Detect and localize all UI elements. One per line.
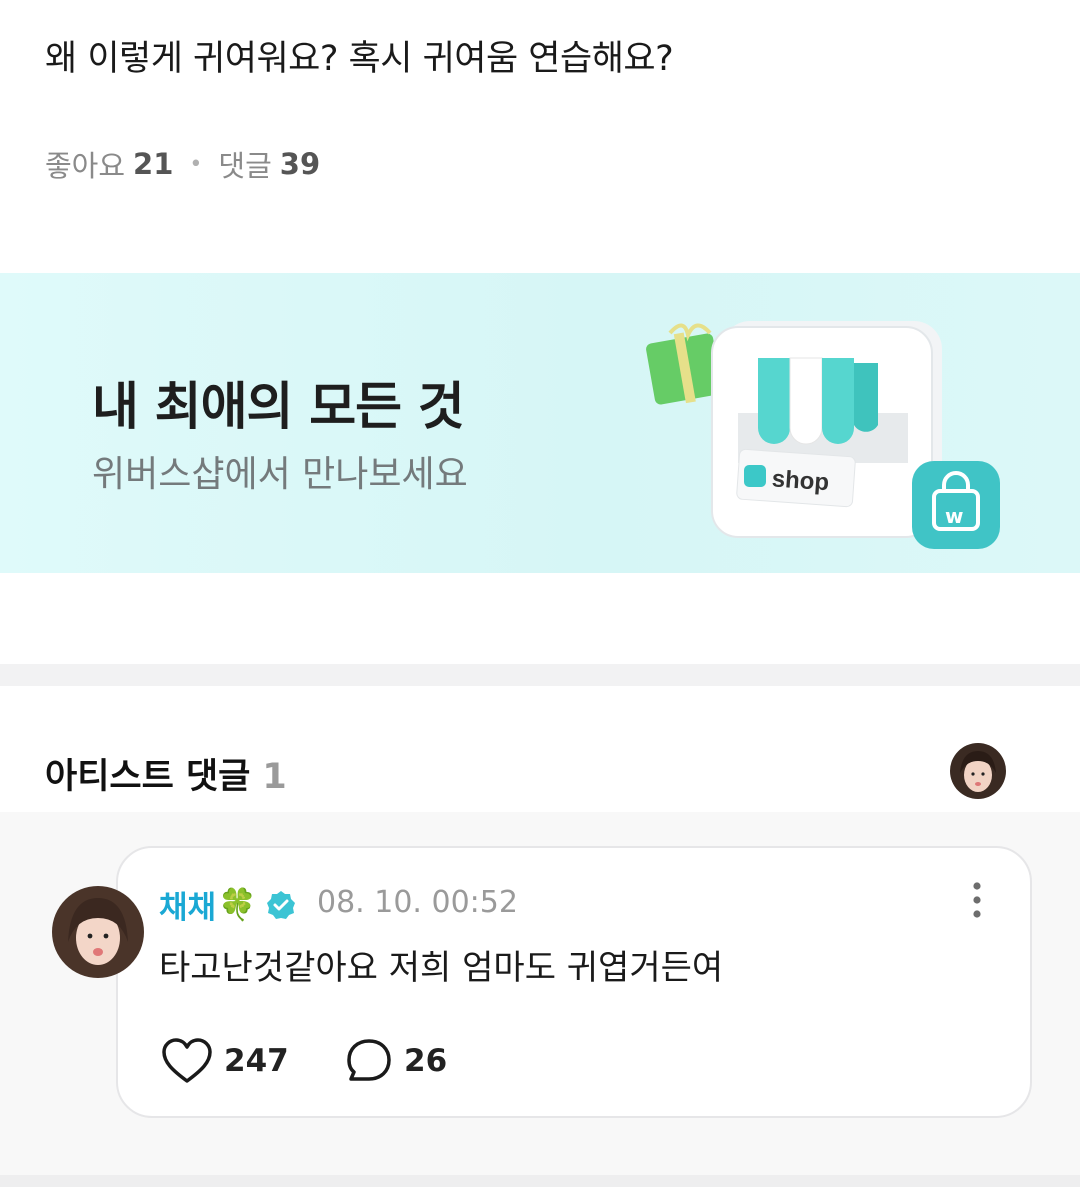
post-meta: 좋아요 21 • 댓글 39: [45, 143, 320, 185]
banner-subtitle: 위버스샵에서 만나보세요: [92, 454, 468, 495]
verified-badge-icon: [266, 890, 295, 919]
reply-count: 26: [404, 1043, 448, 1079]
bottom-divider: [0, 1175, 1080, 1187]
like-count: 247: [224, 1043, 289, 1079]
comment-timestamp: 08. 10. 00:52: [317, 885, 518, 920]
svg-text:w: w: [945, 504, 963, 528]
artist-comments-heading: 아티스트 댓글 1: [45, 748, 287, 799]
shop-label: shop: [771, 465, 830, 496]
more-options-button[interactable]: [962, 880, 992, 924]
shopping-bag-icon: w: [912, 461, 1000, 549]
shop-banner[interactable]: 내 최애의 모든 것 위버스샵에서 만나보세요 shop w: [0, 273, 1080, 573]
artist-comments-count: 1: [262, 757, 287, 797]
reply-button[interactable]: 26: [344, 1036, 447, 1086]
like-button[interactable]: 247: [160, 1036, 289, 1086]
comments-count: 39: [279, 147, 321, 181]
comment-author-avatar[interactable]: [52, 886, 144, 978]
meta-separator: •: [189, 151, 203, 177]
artist-avatar[interactable]: [950, 743, 1006, 799]
store-icon: shop: [711, 321, 942, 538]
post-title: 왜 이렇게 귀여워요? 혹시 귀여움 연습해요?: [45, 39, 674, 79]
artist-comments-title: 아티스트 댓글: [45, 757, 251, 797]
clover-icon: 🍀: [218, 887, 257, 923]
author-name: 채채: [159, 890, 217, 926]
shop-illustration: shop w: [646, 321, 1000, 549]
heart-icon: [162, 1038, 212, 1083]
section-divider: [0, 664, 1080, 686]
likes-count: 21: [133, 147, 174, 181]
speech-bubble-icon: [347, 1039, 391, 1081]
more-vertical-icon: [973, 882, 981, 918]
comments-label: 댓글: [218, 149, 272, 183]
comment-text: 타고난것같아요 저희 엄마도 귀엽거든여: [159, 948, 724, 988]
banner-title: 내 최애의 모든 것: [92, 378, 465, 437]
comment-author[interactable]: 채채 🍀: [159, 882, 297, 927]
likes-label: 좋아요: [45, 149, 126, 183]
